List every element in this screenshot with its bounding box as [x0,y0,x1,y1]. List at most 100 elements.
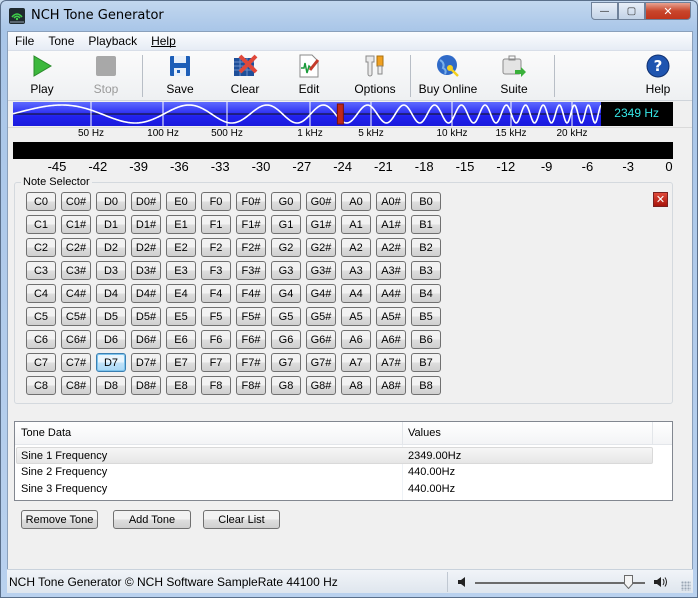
note-button[interactable]: A7# [376,353,406,372]
note-button[interactable]: B1 [411,215,441,234]
note-button[interactable]: E6 [166,330,196,349]
note-button[interactable]: A3# [376,261,406,280]
note-button[interactable]: B0 [411,192,441,211]
note-button[interactable]: G2# [306,238,336,257]
note-button[interactable]: G6 [271,330,301,349]
note-button[interactable]: F8 [201,376,231,395]
note-button[interactable]: E3 [166,261,196,280]
note-button[interactable]: A1 [341,215,371,234]
note-button[interactable]: B5 [411,307,441,326]
menu-help[interactable]: Help [144,32,183,50]
table-row[interactable]: Sine 1 Frequency 2349.00Hz [16,447,653,464]
note-button[interactable]: G7 [271,353,301,372]
options-button[interactable]: Options [351,53,399,99]
volume-slider-thumb[interactable] [624,575,633,590]
clear-list-button[interactable]: Clear List [203,510,280,529]
note-button[interactable]: G3 [271,261,301,280]
note-button[interactable]: D7 [96,353,126,372]
table-row[interactable]: Sine 3 Frequency 440.00Hz [16,481,653,498]
note-button[interactable]: C7# [61,353,91,372]
note-button[interactable]: D4# [131,284,161,303]
frequency-spectrum-display[interactable]: 2349 Hz [12,102,673,126]
table-row[interactable]: Sine 2 Frequency 440.00Hz [16,464,653,481]
note-button[interactable]: G1 [271,215,301,234]
note-button[interactable]: E8 [166,376,196,395]
note-button[interactable]: F1 [201,215,231,234]
note-button[interactable]: A4# [376,284,406,303]
header-values[interactable]: Values [408,427,441,439]
note-button[interactable]: C1# [61,215,91,234]
volume-slider[interactable] [475,582,645,584]
note-button[interactable]: C7 [26,353,56,372]
add-tone-button[interactable]: Add Tone [113,510,191,529]
note-button[interactable]: C5 [26,307,56,326]
note-button[interactable]: B4 [411,284,441,303]
note-button[interactable]: B7 [411,353,441,372]
note-button[interactable]: D8 [96,376,126,395]
save-button[interactable]: Save [162,53,198,99]
note-button[interactable]: D5 [96,307,126,326]
note-button[interactable]: B3 [411,261,441,280]
note-button[interactable]: F3# [236,261,266,280]
note-button[interactable]: A3 [341,261,371,280]
note-button[interactable]: D8# [131,376,161,395]
note-button[interactable]: B8 [411,376,441,395]
note-button[interactable]: G5 [271,307,301,326]
header-tone-data[interactable]: Tone Data [21,427,71,439]
note-button[interactable]: D5# [131,307,161,326]
note-button[interactable]: A7 [341,353,371,372]
note-button[interactable]: A2 [341,238,371,257]
waveform-area[interactable] [12,102,602,126]
note-button[interactable]: C3# [61,261,91,280]
stop-button[interactable]: Stop [88,53,124,99]
frequency-marker[interactable] [336,103,344,125]
note-button[interactable]: D6# [131,330,161,349]
note-button[interactable]: F0# [236,192,266,211]
help-button[interactable]: ? Help [640,53,676,99]
note-button[interactable]: C6# [61,330,91,349]
buy-online-button[interactable]: Buy Online [417,53,479,99]
close-note-selector-button[interactable]: ✕ [653,192,668,207]
note-button[interactable]: B2 [411,238,441,257]
note-button[interactable]: C6 [26,330,56,349]
note-button[interactable]: F1# [236,215,266,234]
note-button[interactable]: C8# [61,376,91,395]
note-button[interactable]: G4 [271,284,301,303]
note-button[interactable]: D2 [96,238,126,257]
note-button[interactable]: D4 [96,284,126,303]
note-button[interactable]: G2 [271,238,301,257]
note-button[interactable]: G8 [271,376,301,395]
note-button[interactable]: C2 [26,238,56,257]
note-button[interactable]: C5# [61,307,91,326]
note-button[interactable]: G5# [306,307,336,326]
play-button[interactable]: Play [22,53,62,99]
note-button[interactable]: A6 [341,330,371,349]
maximize-button[interactable]: ▢ [618,2,645,20]
note-button[interactable]: F2# [236,238,266,257]
note-button[interactable]: C2# [61,238,91,257]
note-button[interactable]: C0# [61,192,91,211]
suite-button[interactable]: Suite [497,53,531,99]
note-button[interactable]: C4# [61,284,91,303]
note-button[interactable]: G7# [306,353,336,372]
note-button[interactable]: G3# [306,261,336,280]
menu-playback[interactable]: Playback [81,32,144,50]
note-button[interactable]: A5# [376,307,406,326]
note-button[interactable]: A4 [341,284,371,303]
minimize-button[interactable]: — [591,2,618,20]
note-button[interactable]: F5 [201,307,231,326]
note-button[interactable]: F3 [201,261,231,280]
note-button[interactable]: F0 [201,192,231,211]
note-button[interactable]: A8 [341,376,371,395]
note-button[interactable]: E4 [166,284,196,303]
note-button[interactable]: G0# [306,192,336,211]
note-button[interactable]: A5 [341,307,371,326]
clear-button[interactable]: Clear [226,53,264,99]
note-button[interactable]: C4 [26,284,56,303]
note-button[interactable]: A2# [376,238,406,257]
menu-tone[interactable]: Tone [41,32,81,50]
note-button[interactable]: D3 [96,261,126,280]
note-button[interactable]: F8# [236,376,266,395]
note-button[interactable]: D1# [131,215,161,234]
note-button[interactable]: C8 [26,376,56,395]
